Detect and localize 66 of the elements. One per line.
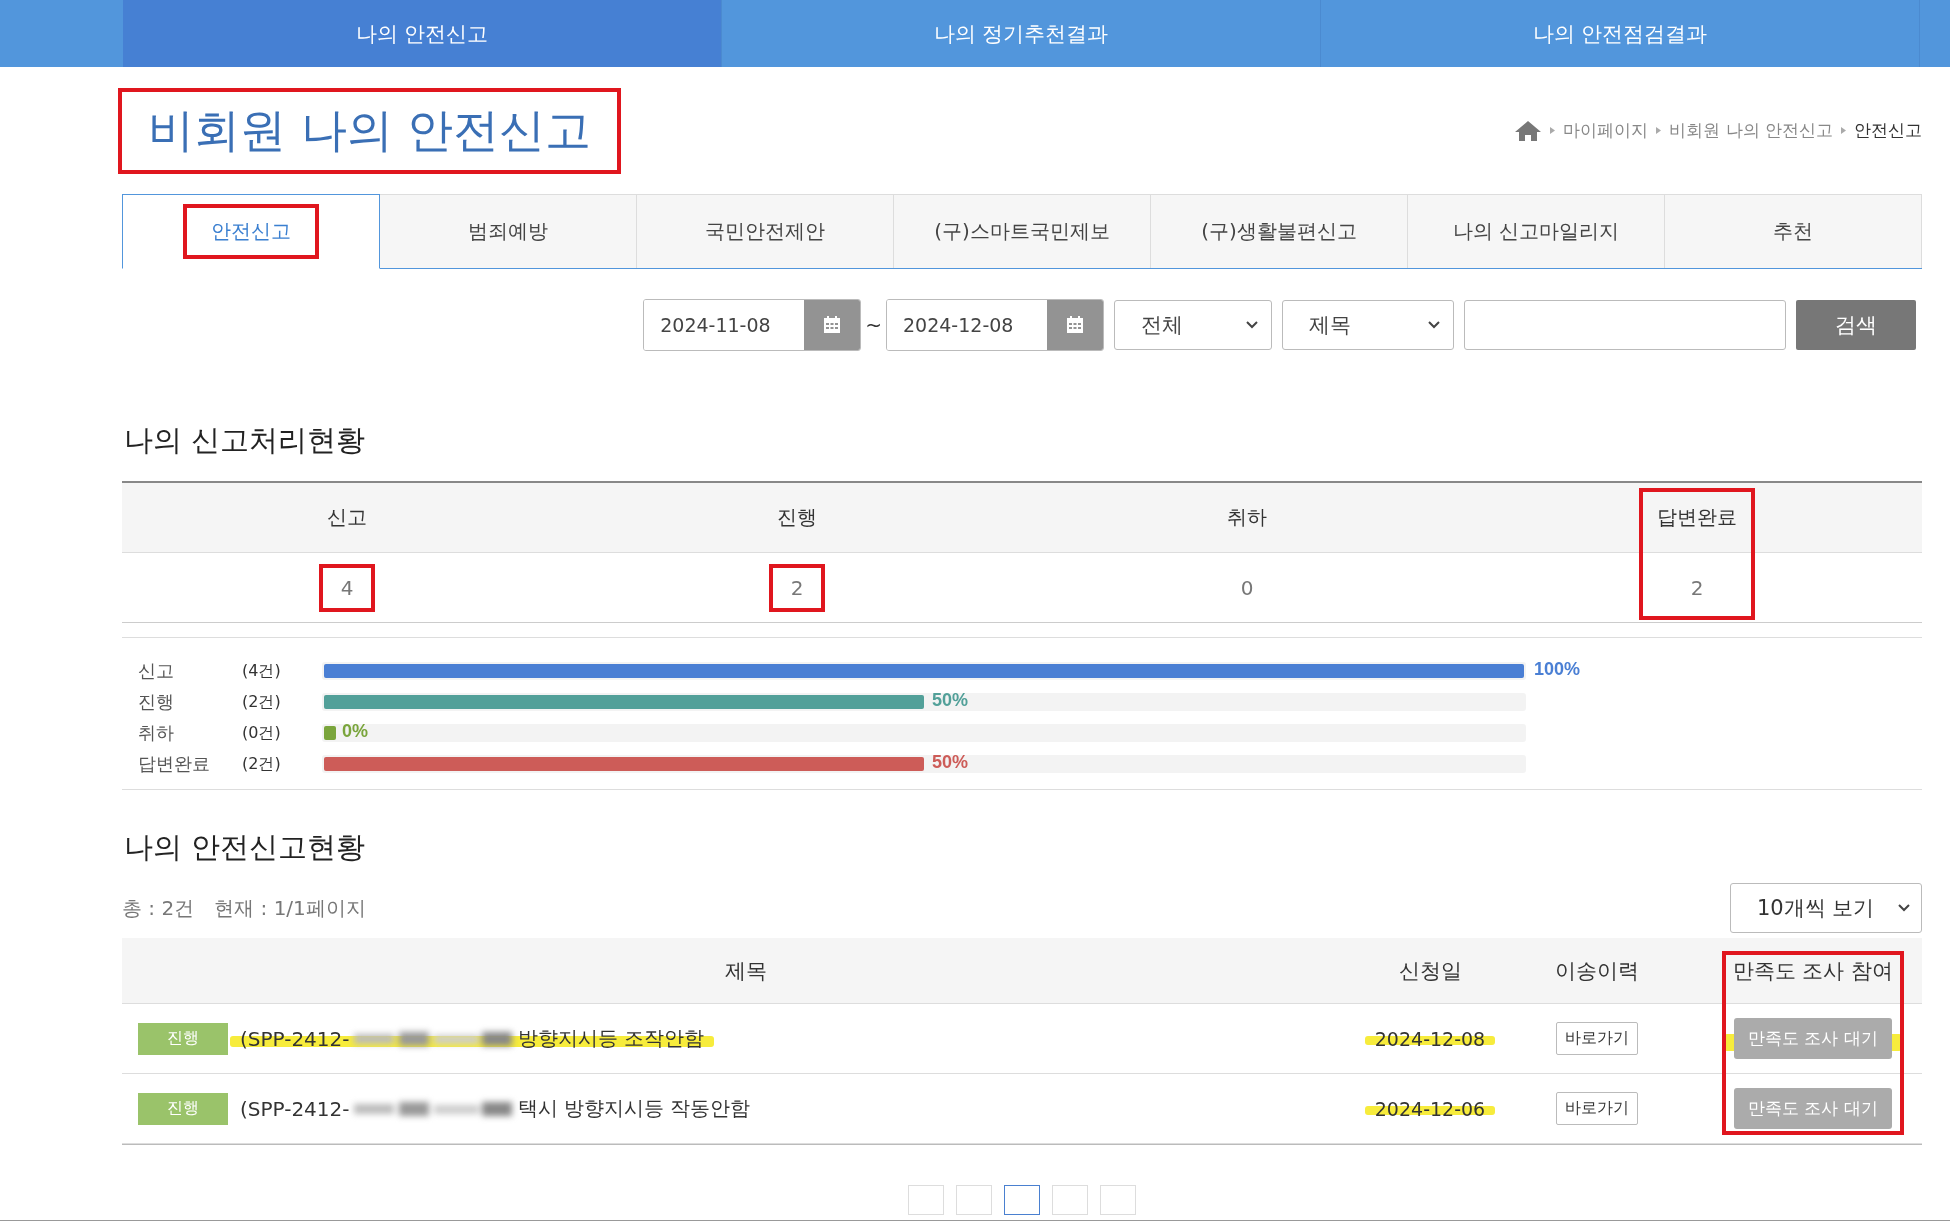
go-button[interactable]: 바로가기 <box>1556 1092 1638 1125</box>
caret-icon <box>1427 320 1441 330</box>
column-header: 답변완료 <box>1657 504 1737 531</box>
percent-label: 100% <box>1534 659 1581 680</box>
bar-count: (4건) <box>242 660 282 682</box>
page-button[interactable] <box>1004 1185 1040 1215</box>
tab[interactable]: 추천 <box>1665 194 1922 268</box>
bar-count: (0건) <box>242 722 282 744</box>
home-icon <box>1514 119 1543 142</box>
calendar-icon <box>822 315 843 335</box>
calendar-icon <box>1065 315 1085 335</box>
column-header: 신고 <box>327 504 367 531</box>
bar-label: 답변완료 <box>138 752 211 776</box>
tab[interactable]: 나의 신고마일리지 <box>1408 194 1665 268</box>
calendar-button[interactable] <box>1047 300 1103 350</box>
bar-label: 진행 <box>138 690 175 714</box>
status-badge: 진행 <box>138 1022 228 1055</box>
tab[interactable]: 안전신고 <box>122 194 380 269</box>
count-value: 2 <box>1689 574 1705 602</box>
bar-label: 취하 <box>138 721 175 745</box>
breadcrumb-link[interactable]: 마이페이지 <box>1563 119 1649 142</box>
page-size-select[interactable]: 10개씩 보기 <box>1730 883 1922 933</box>
status-badge: 진행 <box>138 1092 228 1125</box>
breadcrumb-link[interactable]: 비회원 나의 안전신고 <box>1669 119 1833 142</box>
column-header: 이송이력 <box>1554 957 1640 985</box>
date-field[interactable]: 2024-12-08 <box>886 299 1104 351</box>
tab[interactable]: 범죄예방 <box>380 194 637 268</box>
page-title: 비회원 나의 안전신고 <box>147 101 593 159</box>
section-title: 나의 신고처리현황 <box>124 422 367 459</box>
field-select[interactable]: 제목 <box>1282 300 1454 350</box>
tab[interactable]: (구)스마트국민제보 <box>894 194 1151 268</box>
column-header: 제목 <box>724 957 768 985</box>
bar-count: (2건) <box>242 691 282 713</box>
separator-icon <box>1550 127 1556 134</box>
calendar-button[interactable] <box>804 300 861 350</box>
percent-label: 50% <box>932 752 969 773</box>
nav-tab[interactable]: 나의 안전신고 <box>123 0 722 67</box>
column-header: 진행 <box>777 504 817 531</box>
count-value: 0 <box>1239 574 1255 602</box>
count-value: 2 <box>789 574 805 602</box>
bar-label: 신고 <box>138 659 175 683</box>
range-separator: ~ <box>865 313 882 337</box>
title-text[interactable]: (SPP-2412- <box>240 1096 350 1121</box>
search-field[interactable] <box>1464 300 1786 350</box>
date-field[interactable]: 2024-11-08 <box>643 299 862 351</box>
total-count: 총 : 2건 <box>122 894 195 922</box>
caret-icon <box>1245 320 1259 330</box>
tab[interactable]: (구)생활불편신고 <box>1151 194 1408 268</box>
go-button[interactable]: 바로가기 <box>1556 1022 1638 1055</box>
breadcrumb-link[interactable]: 안전신고 <box>1854 119 1922 142</box>
percent-label: 0% <box>342 721 368 742</box>
page-info: 현재 : 1/1페이지 <box>214 894 366 922</box>
count-value: 4 <box>339 574 355 602</box>
status-select[interactable]: 전체 <box>1114 300 1272 350</box>
column-header: 만족도 조사 참여 <box>1731 957 1895 985</box>
bar-count: (2건) <box>242 753 282 775</box>
section-title: 나의 안전신고현황 <box>124 829 367 866</box>
separator-icon <box>1841 127 1846 134</box>
title-text[interactable]: 택시 방향지시등 작동안함 <box>517 1095 751 1122</box>
caret-icon <box>1897 903 1911 913</box>
separator-icon <box>1656 127 1662 134</box>
column-header: 신청일 <box>1397 957 1463 985</box>
percent-label: 50% <box>932 690 969 711</box>
tab[interactable]: 국민안전제안 <box>637 194 894 268</box>
column-header: 취하 <box>1227 504 1267 531</box>
search-button[interactable]: 검색 <box>1796 300 1916 350</box>
